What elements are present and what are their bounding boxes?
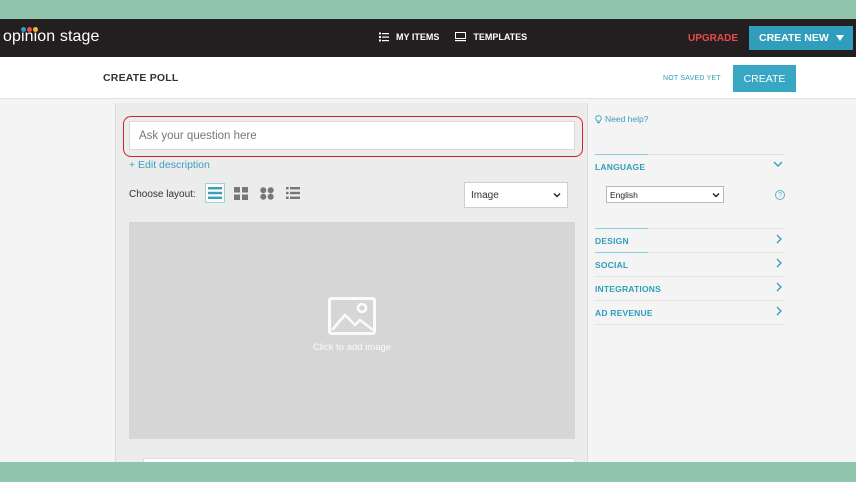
create-new-button[interactable]: CREATE NEW bbox=[749, 26, 853, 50]
grid-layout-icon bbox=[234, 186, 248, 200]
list-layout-button[interactable] bbox=[205, 183, 225, 203]
templates-icon bbox=[455, 32, 467, 42]
page-title: CREATE POLL bbox=[103, 72, 179, 84]
ad-revenue-section[interactable]: AD REVENUE bbox=[595, 300, 785, 324]
top-navbar: opinion stage MY ITEMS TEMPLATES UPGRADE… bbox=[0, 19, 856, 57]
image-placeholder-icon bbox=[328, 297, 376, 335]
nav-templates[interactable]: TEMPLATES bbox=[455, 32, 527, 42]
design-section[interactable]: DESIGN bbox=[595, 228, 785, 252]
chevron-down-icon bbox=[712, 193, 720, 198]
bullets-layout-icon bbox=[286, 187, 300, 199]
language-section-label: LANGUAGE bbox=[595, 162, 646, 172]
language-value: English bbox=[610, 189, 638, 200]
edit-description-link[interactable]: + Edit description bbox=[129, 159, 210, 171]
answer-input-partial[interactable] bbox=[143, 458, 575, 462]
image-upload-area[interactable]: Click to add image bbox=[129, 222, 575, 439]
ad-revenue-section-label: AD REVENUE bbox=[595, 308, 653, 318]
design-section-label: DESIGN bbox=[595, 236, 629, 246]
social-section-label: SOCIAL bbox=[595, 260, 629, 270]
image-upload-caption: Click to add image bbox=[312, 342, 392, 353]
logo[interactable]: opinion stage bbox=[3, 28, 100, 46]
chevron-right-icon bbox=[776, 234, 782, 244]
need-help-link[interactable]: Need help? bbox=[595, 114, 648, 124]
nav-my-items[interactable]: MY ITEMS bbox=[379, 32, 439, 42]
circles-layout-icon bbox=[260, 186, 274, 200]
integrations-section-label: INTEGRATIONS bbox=[595, 284, 661, 294]
save-status: NOT SAVED YET bbox=[663, 75, 721, 82]
circles-layout-button[interactable] bbox=[257, 183, 277, 203]
chevron-right-icon bbox=[776, 306, 782, 316]
bullets-layout-button[interactable] bbox=[283, 183, 303, 203]
divider bbox=[595, 324, 785, 325]
nav-my-items-label: MY ITEMS bbox=[396, 32, 440, 42]
language-select[interactable]: English bbox=[606, 186, 724, 203]
chevron-down-icon bbox=[553, 193, 561, 198]
media-type-select[interactable]: Image bbox=[464, 182, 568, 208]
layout-label: Choose layout: bbox=[129, 189, 196, 200]
app-window: opinion stage MY ITEMS TEMPLATES UPGRADE… bbox=[0, 19, 856, 462]
chevron-right-icon bbox=[776, 258, 782, 268]
lightbulb-icon bbox=[595, 114, 602, 123]
nav-templates-label: TEMPLATES bbox=[473, 32, 528, 42]
upgrade-link[interactable]: UPGRADE bbox=[688, 33, 738, 44]
media-type-value: Image bbox=[471, 189, 499, 201]
layout-options bbox=[205, 183, 303, 203]
create-new-label: CREATE NEW bbox=[759, 32, 829, 44]
grid-layout-button[interactable] bbox=[231, 183, 251, 203]
highlight-outline bbox=[123, 116, 583, 157]
question-input[interactable] bbox=[129, 121, 575, 150]
page-header: CREATE POLL NOT SAVED YET CREATE bbox=[0, 57, 856, 99]
list-layout-icon bbox=[208, 187, 222, 199]
chevron-down-icon bbox=[773, 161, 783, 167]
integrations-section[interactable]: INTEGRATIONS bbox=[595, 276, 785, 300]
create-button[interactable]: CREATE bbox=[733, 65, 796, 92]
caret-down-icon bbox=[836, 35, 844, 41]
logo-dots-icon bbox=[21, 27, 43, 33]
need-help-label: Need help? bbox=[605, 114, 649, 124]
logo-text: opinion stage bbox=[3, 28, 100, 45]
social-section[interactable]: SOCIAL bbox=[595, 252, 785, 276]
help-icon[interactable]: ? bbox=[775, 190, 785, 200]
main-nav: MY ITEMS TEMPLATES bbox=[379, 32, 527, 42]
poll-editor: + Edit description Choose layout: bbox=[115, 103, 588, 462]
chevron-right-icon bbox=[776, 282, 782, 292]
list-icon bbox=[379, 32, 389, 42]
